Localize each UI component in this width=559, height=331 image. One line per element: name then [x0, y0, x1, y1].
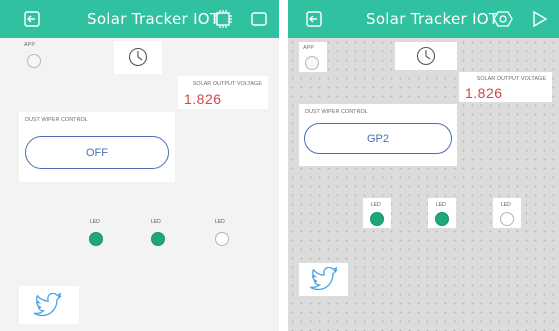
stop-square-icon[interactable]	[249, 9, 269, 29]
app-title: Solar Tracker IOT	[87, 10, 220, 28]
voltage-value: 1.826	[184, 91, 222, 107]
app-label: APP	[24, 42, 36, 48]
led-widget-3[interactable]: LED	[493, 198, 521, 228]
led-label: LED	[371, 202, 381, 208]
voltage-label: SOLAR OUTPUT VOLTAGE	[192, 81, 262, 87]
led-indicator	[500, 212, 514, 226]
led-label: LED	[90, 219, 100, 225]
led-widget-3: LED	[210, 218, 234, 248]
dust-wiper-widget: DUST WIPER CONTROL OFF	[19, 112, 175, 182]
led-widget-1[interactable]: LED	[363, 198, 391, 228]
rtc-widget[interactable]	[114, 41, 162, 74]
voltage-widget: SOLAR OUTPUT VOLTAGE 1.826	[178, 76, 268, 109]
hexagon-settings-icon[interactable]	[493, 9, 513, 29]
app-widget: APP	[20, 40, 48, 68]
led-label: LED	[436, 202, 446, 208]
app-header: Solar Tracker IOT	[288, 0, 559, 38]
clock-icon	[128, 47, 148, 67]
exit-icon[interactable]	[22, 9, 42, 29]
app-run-view: Solar Tracker IOT APP SOLAR OUTPUT VOLTA…	[0, 0, 279, 331]
led-widget-1: LED	[85, 218, 109, 248]
led-indicator	[370, 212, 384, 226]
led-indicator	[215, 232, 229, 246]
dust-wiper-widget[interactable]: DUST WIPER CONTROL GP2	[299, 104, 457, 166]
chip-icon[interactable]	[213, 9, 233, 29]
exit-icon[interactable]	[304, 9, 324, 29]
voltage-value: 1.826	[465, 85, 503, 101]
play-icon[interactable]	[529, 9, 549, 29]
app-label: APP	[303, 45, 315, 51]
led-indicator	[151, 232, 165, 246]
dust-wiper-button[interactable]: OFF	[25, 136, 169, 169]
rtc-widget[interactable]	[395, 42, 457, 70]
led-widget-2: LED	[146, 218, 170, 248]
app-toggle[interactable]	[27, 54, 41, 68]
app-edit-view: Solar Tracker IOT APP SOLAR OUTPUT VOLTA…	[288, 0, 559, 331]
led-label: LED	[151, 219, 161, 225]
led-widget-2[interactable]: LED	[428, 198, 456, 228]
led-indicator	[89, 232, 103, 246]
twitter-icon	[33, 292, 63, 317]
dust-wiper-label: DUST WIPER CONTROL	[305, 109, 368, 115]
dust-wiper-label: DUST WIPER CONTROL	[25, 117, 88, 123]
dust-wiper-button[interactable]: GP2	[304, 123, 452, 154]
clock-icon	[416, 46, 436, 66]
app-toggle[interactable]	[305, 56, 319, 70]
led-indicator	[435, 212, 449, 226]
led-label: LED	[501, 202, 511, 208]
app-header: Solar Tracker IOT	[0, 0, 279, 38]
voltage-label: SOLAR OUTPUT VOLTAGE	[476, 76, 546, 82]
twitter-widget[interactable]	[19, 286, 79, 324]
twitter-widget[interactable]	[299, 263, 348, 296]
twitter-icon	[309, 266, 339, 291]
voltage-widget[interactable]: SOLAR OUTPUT VOLTAGE 1.826	[459, 72, 552, 102]
app-widget[interactable]: APP	[299, 42, 327, 72]
app-title: Solar Tracker IOT	[366, 10, 499, 28]
led-label: LED	[215, 219, 225, 225]
